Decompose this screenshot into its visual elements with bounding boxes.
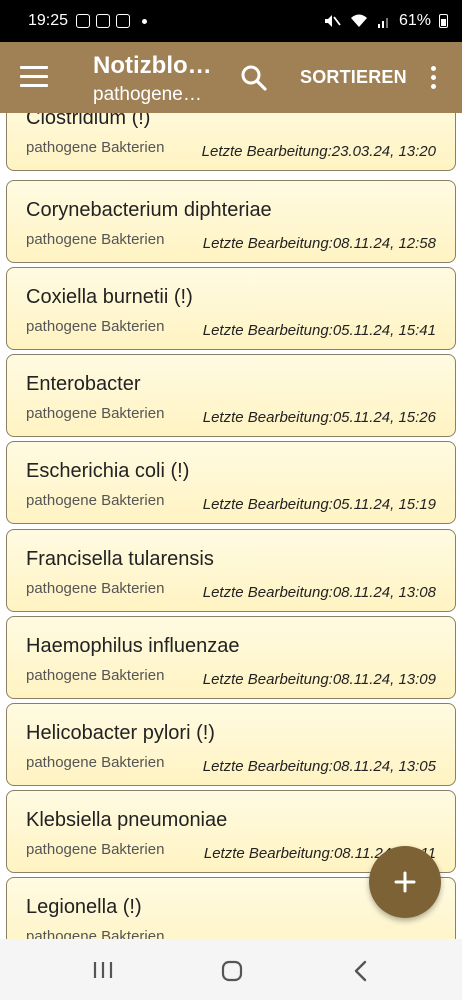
note-card[interactable]: Corynebacterium diphteriae pathogene Bak… [6,180,456,263]
notes-list[interactable]: Clostridium (!) pathogene Bakterien Letz… [0,113,462,939]
note-category: pathogene Bakterien [26,841,165,858]
battery-percentage: 61% [398,12,431,29]
note-card[interactable]: Escherichia coli (!) pathogene Bakterien… [6,441,456,524]
battery-icon [439,14,448,28]
note-last-edited: Letzte Bearbeitung:08.11.24, 13:08 [202,584,436,601]
note-category: pathogene Bakterien [26,928,165,939]
note-last-edited: Letzte Bearbeitung:05.11.24, 15:26 [202,409,436,426]
note-last-edited: Letzte Bearbeitung:23.03.24, 13:20 [201,143,436,160]
mute-icon [324,15,341,27]
search-icon[interactable] [240,64,268,92]
more-vert-icon[interactable] [428,66,438,90]
hamburger-menu-icon[interactable] [20,66,48,90]
app-bar: Notizblo… pathogene… SORTIEREN [0,42,462,113]
app-title: Notizblo… [93,52,212,79]
status-time: 19:25 [28,12,69,29]
note-card[interactable]: Enterobacter pathogene Bakterien Letzte … [6,354,456,437]
note-last-edited: Letzte Bearbeitung:08.11.24, 13:09 [202,671,436,688]
note-last-edited: Letzte Bearbeitung:05.11.24, 15:19 [202,496,436,513]
note-title: Francisella tularensis [26,548,214,570]
note-title: Haemophilus influenzae [26,635,240,657]
app-notification-icon [76,14,91,28]
note-last-edited: Letzte Bearbeitung:08.11.24, 12:58 [202,235,436,252]
note-card[interactable]: Coxiella burnetii (!) pathogene Bakterie… [6,267,456,350]
add-note-button[interactable] [369,846,441,918]
recents-icon[interactable] [92,961,114,979]
status-bar: 19:25 61% [0,0,462,42]
back-icon[interactable] [352,960,368,982]
note-title: Helicobacter pylori (!) [26,722,215,744]
note-last-edited: Letzte Bearbeitung:05.11.24, 15:41 [202,322,436,339]
note-category: pathogene Bakterien [26,580,165,597]
title-block: Notizblo… pathogene… [93,50,223,108]
note-title: Corynebacterium diphteriae [26,199,272,221]
notification-icons [76,14,148,28]
app-notification-icon [116,14,131,28]
note-card[interactable]: Francisella tularensis pathogene Bakteri… [6,529,456,612]
note-card[interactable]: Clostridium (!) pathogene Bakterien Letz… [6,113,456,171]
more-notifications-icon [142,18,148,24]
signal-icon [377,18,388,28]
note-card[interactable]: Helicobacter pylori (!) pathogene Bakter… [6,703,456,786]
note-category: pathogene Bakterien [26,231,165,248]
sort-button[interactable]: SORTIEREN [300,67,407,88]
note-title: Legionella (!) [26,896,142,918]
note-title: Enterobacter [26,373,141,395]
system-nav-bar [0,939,462,1000]
plus-icon [394,871,416,893]
note-category: pathogene Bakterien [26,318,165,335]
note-title: Escherichia coli (!) [26,460,190,482]
app-subtitle: pathogene… [93,84,202,105]
note-category: pathogene Bakterien [26,139,165,156]
snapchat-notification-icon [96,14,111,28]
home-icon[interactable] [221,960,243,982]
note-category: pathogene Bakterien [26,667,165,684]
wifi-icon [350,14,367,27]
note-category: pathogene Bakterien [26,405,165,422]
note-card[interactable]: Haemophilus influenzae pathogene Bakteri… [6,616,456,699]
note-category: pathogene Bakterien [26,754,165,771]
note-title: Clostridium (!) [26,113,151,129]
note-title: Coxiella burnetii (!) [26,286,193,308]
note-category: pathogene Bakterien [26,492,165,509]
note-title: Klebsiella pneumoniae [26,809,228,831]
note-last-edited: Letzte Bearbeitung:08.11.24, 13:05 [202,758,436,775]
